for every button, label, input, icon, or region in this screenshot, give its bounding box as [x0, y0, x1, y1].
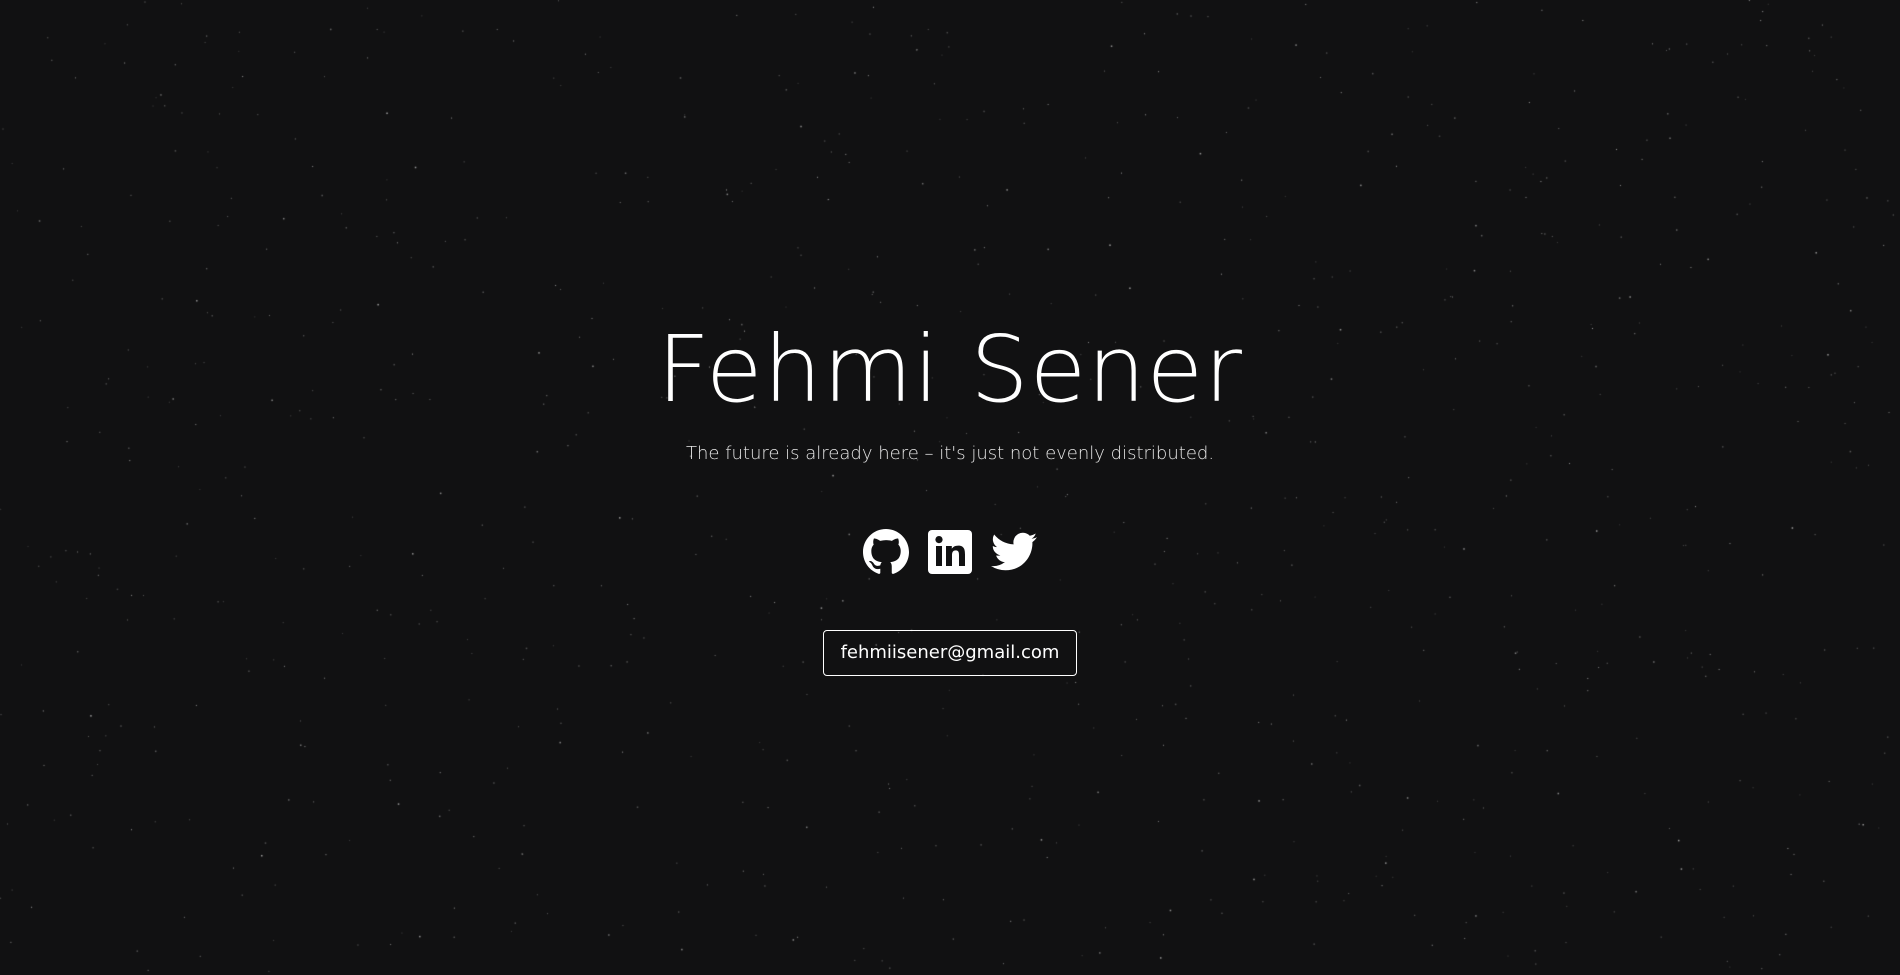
twitter-icon [991, 532, 1037, 571]
page-title: Fehmi Sener [657, 316, 1243, 423]
email-button[interactable]: fehmiisener@gmail.com [822, 630, 1078, 676]
github-icon [863, 529, 909, 574]
tagline: The future is already here – it's just n… [685, 443, 1215, 464]
twitter-link[interactable] [990, 528, 1038, 576]
linkedin-link[interactable] [926, 528, 974, 576]
hero-section: Fehmi Sener The future is already here –… [0, 0, 1900, 975]
social-links [862, 528, 1038, 576]
linkedin-icon [928, 530, 972, 574]
github-link[interactable] [862, 528, 910, 576]
